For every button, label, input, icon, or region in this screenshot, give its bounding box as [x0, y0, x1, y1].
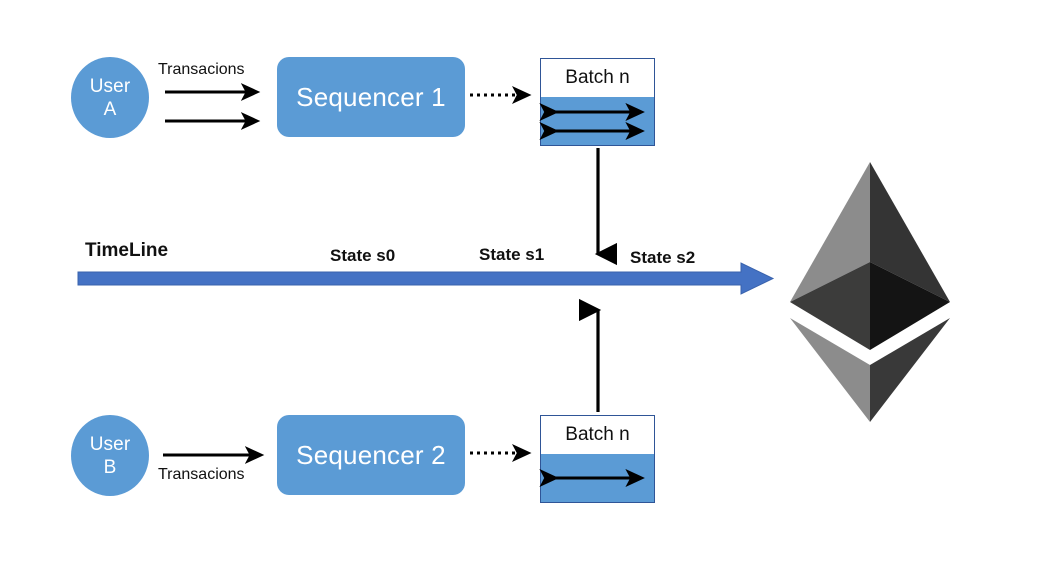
batch-top-inner-arrows — [539, 103, 645, 140]
batch-bottom-to-timeline-arrow — [578, 298, 602, 412]
batch-top-to-timeline-arrow — [594, 148, 618, 266]
batch-bottom-box[interactable]: Batch n — [539, 415, 655, 503]
state-s1-label: State s1 — [479, 245, 545, 264]
user-a-label-line2: A — [103, 98, 117, 120]
user-a-label-line1: User — [89, 75, 131, 97]
user-a-circle[interactable]: User A — [71, 57, 149, 138]
ethereum-logo — [790, 162, 950, 422]
batch-top-label: Batch n — [541, 59, 654, 97]
sequencer-2-label: Sequencer 2 — [296, 439, 446, 470]
batch-bottom-label: Batch n — [541, 416, 654, 454]
batch-top-body — [539, 97, 654, 145]
transactions-arrows-top — [165, 83, 261, 130]
sequencer-1-label: Sequencer 1 — [296, 81, 446, 112]
batch-bottom-body — [539, 454, 654, 502]
diagram-canvas: User A Transacions Sequencer 1 Batch n T… — [0, 0, 1046, 585]
user-b-circle[interactable]: User B — [71, 415, 149, 496]
sequencer-2-to-batch-dotted-arrow — [470, 444, 532, 462]
transactions-label-bottom: Transacions — [158, 466, 245, 483]
sequencer-1-box[interactable]: Sequencer 1 — [277, 57, 465, 137]
timeline-arrow — [77, 262, 775, 295]
sequencer-2-box[interactable]: Sequencer 2 — [277, 415, 465, 495]
transactions-arrow-bottom — [163, 446, 265, 464]
timeline-label: TimeLine — [85, 240, 169, 261]
batch-top-box[interactable]: Batch n — [539, 58, 655, 146]
transactions-label-top: Transacions — [158, 61, 245, 78]
user-b-label-line2: B — [103, 456, 117, 478]
user-b-label-line1: User — [89, 433, 131, 455]
batch-bottom-inner-arrows — [539, 469, 645, 487]
sequencer-1-to-batch-dotted-arrow — [470, 86, 532, 104]
